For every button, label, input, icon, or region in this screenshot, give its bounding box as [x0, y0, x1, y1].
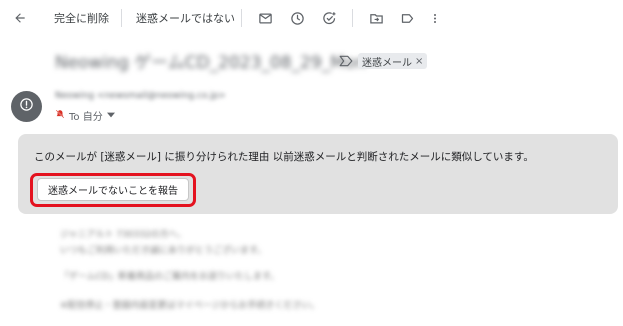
recipient-line[interactable]: To 自分	[55, 108, 115, 123]
delete-forever-button[interactable]: 完全に削除	[54, 6, 109, 30]
email-body-line: 「ゲームCD」新着商品のご案内をお送りいたします。	[60, 272, 280, 282]
label-icon	[400, 11, 415, 26]
remove-label-icon[interactable]: ×	[415, 56, 423, 67]
toolbar-divider	[352, 9, 353, 27]
mail-icon	[258, 11, 273, 26]
email-body-line: いつもご利用いただき誠にありがとうございます。	[60, 246, 267, 256]
chevron-down-icon[interactable]	[106, 110, 115, 121]
spam-label-chip[interactable]: 迷惑メール ×	[358, 53, 428, 69]
report-not-spam-button[interactable]: 迷惑メールでないことを報告	[37, 178, 189, 201]
sender-address: Neowing <newsmail@neowing.co.jp>	[55, 91, 226, 101]
toolbar-divider	[241, 9, 242, 27]
avatar	[11, 91, 42, 122]
important-marker-icon[interactable]	[339, 52, 353, 71]
clock-icon	[290, 11, 305, 26]
move-to-button[interactable]	[365, 6, 387, 30]
add-task-icon	[322, 11, 337, 26]
mark-unread-button[interactable]	[254, 6, 276, 30]
spam-warning-message: このメールが [迷惑メール] に振り分けられた理由 以前迷惑メールと判断されたメ…	[34, 151, 534, 163]
snooze-button[interactable]	[286, 6, 308, 30]
arrow-left-icon	[13, 11, 27, 25]
label-chip-text: 迷惑メール	[362, 57, 412, 69]
back-button[interactable]	[8, 6, 32, 30]
email-body-line: ジャニアルト 730332の方へ、	[60, 230, 187, 240]
bell-off-icon	[55, 109, 65, 122]
labels-button[interactable]	[396, 6, 418, 30]
recipient-text: To 自分	[69, 111, 103, 123]
more-button[interactable]	[426, 6, 444, 30]
more-vert-icon	[429, 11, 441, 26]
alert-icon	[19, 97, 34, 116]
email-body-line: ※配信停止・登録内容変更はマイページからお手続きください。	[60, 301, 320, 311]
move-to-folder-icon	[369, 11, 384, 26]
add-task-button[interactable]	[318, 6, 340, 30]
email-subject: Neowing ゲームCD_2023_08_29_Mon	[55, 53, 366, 73]
not-spam-button[interactable]: 迷惑メールではない	[136, 6, 235, 30]
toolbar: 完全に削除 迷惑メールではない	[0, 0, 623, 36]
toolbar-divider	[121, 9, 122, 27]
